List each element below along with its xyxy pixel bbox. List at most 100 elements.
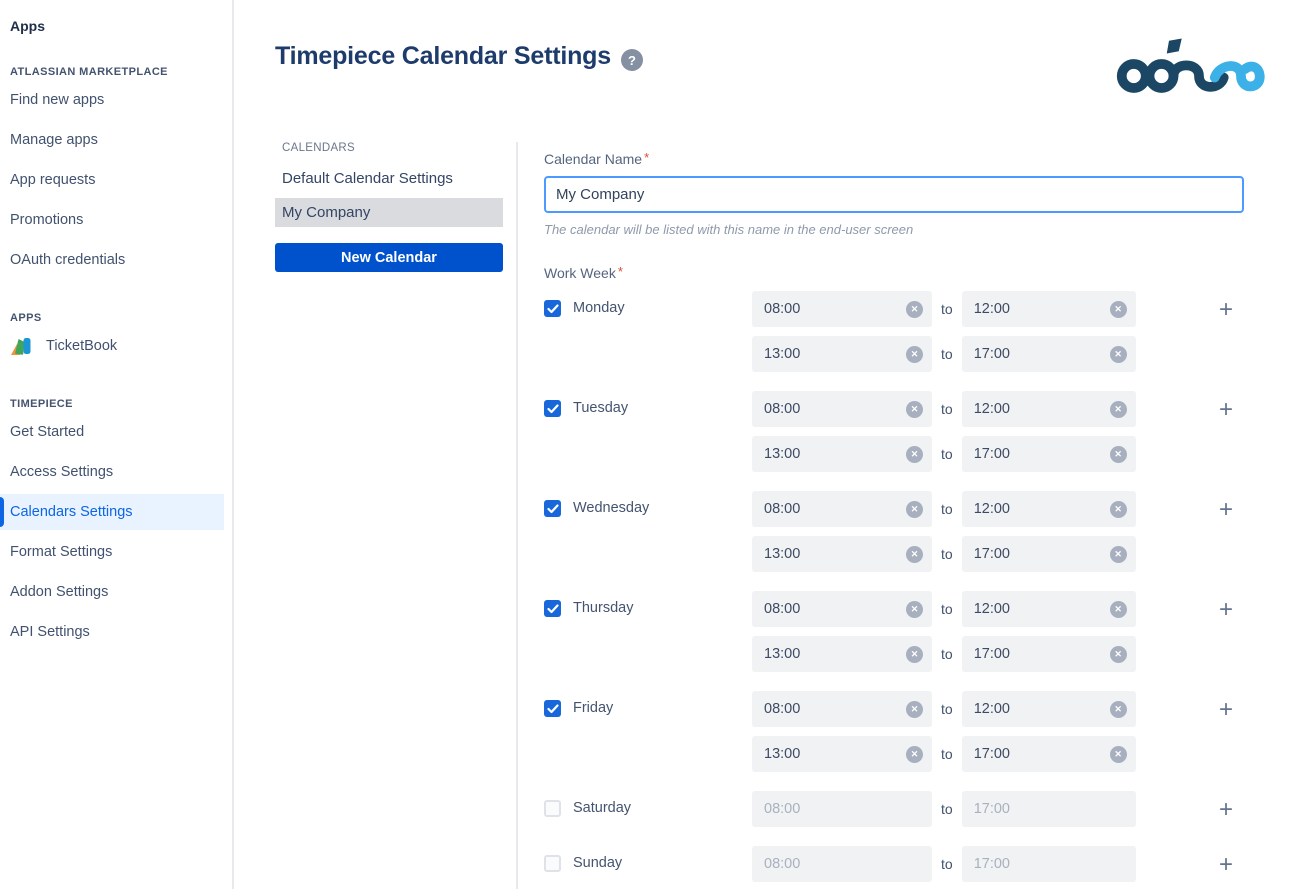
clear-time-icon[interactable]: ✕ xyxy=(1110,746,1127,763)
clear-time-icon[interactable]: ✕ xyxy=(1110,446,1127,463)
sidebar-item-access-settings[interactable]: Access Settings xyxy=(0,452,224,492)
end-time-value: 12:00 xyxy=(974,501,1010,517)
end-time-value: 12:00 xyxy=(974,701,1010,717)
to-label: to xyxy=(941,646,953,662)
day-checkbox[interactable] xyxy=(544,400,561,417)
required-asterisk: * xyxy=(618,264,623,279)
start-time-input[interactable]: 08:00 ✕ xyxy=(752,491,932,527)
end-time-input[interactable]: 17:00 ✕ xyxy=(962,436,1136,472)
clear-time-icon[interactable]: ✕ xyxy=(1110,646,1127,663)
time-range-row: 08:00 ✕ to 12:00 ✕ xyxy=(752,691,1136,727)
main-content: Timepiece Calendar Settings ? CALENDARS … xyxy=(234,0,1289,889)
clear-time-icon[interactable]: ✕ xyxy=(906,601,923,618)
day-checkbox[interactable] xyxy=(544,855,561,872)
check-icon xyxy=(547,604,559,614)
clear-time-icon[interactable]: ✕ xyxy=(906,646,923,663)
clear-time-icon[interactable]: ✕ xyxy=(906,701,923,718)
add-time-range-button[interactable]: + xyxy=(1214,491,1238,572)
start-time-input[interactable]: 13:00 ✕ xyxy=(752,336,932,372)
clear-time-icon[interactable]: ✕ xyxy=(906,301,923,318)
day-checkbox[interactable] xyxy=(544,800,561,817)
calendar-item-default-calendar-settings[interactable]: Default Calendar Settings xyxy=(275,164,503,193)
end-time-input[interactable]: 17:00 ✕ xyxy=(962,791,1136,827)
sidebar-item-addon-settings[interactable]: Addon Settings xyxy=(0,572,224,612)
add-time-range-button[interactable]: + xyxy=(1214,291,1238,372)
calendar-name-helper: The calendar will be listed with this na… xyxy=(544,222,1244,237)
add-time-range-button[interactable]: + xyxy=(1214,791,1238,827)
clear-time-icon[interactable]: ✕ xyxy=(1110,501,1127,518)
add-time-range-button[interactable]: + xyxy=(1214,846,1238,882)
settings-content: CALENDARS Default Calendar SettingsMy Co… xyxy=(275,142,1289,889)
start-time-input[interactable]: 08:00 ✕ xyxy=(752,591,932,627)
sidebar-item-app-requests[interactable]: App requests xyxy=(0,160,224,200)
start-time-input[interactable]: 08:00 ✕ xyxy=(752,791,932,827)
day-checkbox[interactable] xyxy=(544,300,561,317)
clear-time-icon[interactable]: ✕ xyxy=(1110,301,1127,318)
work-week-row-friday: Friday 08:00 ✕ to 12:00 ✕ 13:00 ✕ to 17:… xyxy=(544,691,1244,772)
sidebar-item-manage-apps[interactable]: Manage apps xyxy=(0,120,224,160)
add-time-range-button[interactable]: + xyxy=(1214,591,1238,672)
sidebar-item-api-settings[interactable]: API Settings xyxy=(0,612,224,652)
end-time-value: 12:00 xyxy=(974,301,1010,317)
start-time-input[interactable]: 13:00 ✕ xyxy=(752,536,932,572)
work-week-label: Work Week* xyxy=(544,265,1244,281)
end-time-input[interactable]: 12:00 ✕ xyxy=(962,591,1136,627)
clear-time-icon[interactable]: ✕ xyxy=(906,746,923,763)
day-checkbox[interactable] xyxy=(544,600,561,617)
start-time-value: 13:00 xyxy=(764,346,800,362)
clear-time-icon[interactable]: ✕ xyxy=(1110,701,1127,718)
clear-time-icon[interactable]: ✕ xyxy=(906,346,923,363)
end-time-input[interactable]: 12:00 ✕ xyxy=(962,491,1136,527)
end-time-input[interactable]: 12:00 ✕ xyxy=(962,291,1136,327)
day-label: Friday xyxy=(573,700,613,716)
sidebar-item-oauth-credentials[interactable]: OAuth credentials xyxy=(0,240,224,280)
start-time-value: 08:00 xyxy=(764,801,800,817)
sidebar: Apps ATLASSIAN MARKETPLACE Find new apps… xyxy=(0,0,234,889)
day-checkbox[interactable] xyxy=(544,700,561,717)
end-time-value: 17:00 xyxy=(974,446,1010,462)
start-time-input[interactable]: 08:00 ✕ xyxy=(752,391,932,427)
sidebar-item-format-settings[interactable]: Format Settings xyxy=(0,532,224,572)
to-label: to xyxy=(941,446,953,462)
sidebar-item-ticketbook[interactable]: TicketBook xyxy=(0,326,224,366)
end-time-input[interactable]: 17:00 ✕ xyxy=(962,736,1136,772)
end-time-input[interactable]: 17:00 ✕ xyxy=(962,846,1136,882)
end-time-input[interactable]: 17:00 ✕ xyxy=(962,336,1136,372)
start-time-input[interactable]: 08:00 ✕ xyxy=(752,691,932,727)
clear-time-icon[interactable]: ✕ xyxy=(906,401,923,418)
end-time-input[interactable]: 12:00 ✕ xyxy=(962,391,1136,427)
clear-time-icon[interactable]: ✕ xyxy=(1110,401,1127,418)
start-time-input[interactable]: 13:00 ✕ xyxy=(752,636,932,672)
add-time-range-button[interactable]: + xyxy=(1214,691,1238,772)
calendar-item-my-company[interactable]: My Company xyxy=(275,198,503,227)
new-calendar-button[interactable]: New Calendar xyxy=(275,243,503,272)
work-week-row-wednesday: Wednesday 08:00 ✕ to 12:00 ✕ 13:00 ✕ to … xyxy=(544,491,1244,572)
sidebar-item-find-new-apps[interactable]: Find new apps xyxy=(0,80,224,120)
sidebar-item-calendars-settings[interactable]: Calendars Settings xyxy=(0,494,224,530)
clear-time-icon[interactable]: ✕ xyxy=(1110,601,1127,618)
sidebar-item-promotions[interactable]: Promotions xyxy=(0,200,224,240)
clear-time-icon[interactable]: ✕ xyxy=(1110,546,1127,563)
time-range-row: 08:00 ✕ to 12:00 ✕ xyxy=(752,491,1136,527)
add-time-range-button[interactable]: + xyxy=(1214,391,1238,472)
clear-time-icon[interactable]: ✕ xyxy=(906,446,923,463)
start-time-input[interactable]: 13:00 ✕ xyxy=(752,736,932,772)
clear-time-icon[interactable]: ✕ xyxy=(906,546,923,563)
day-checkbox[interactable] xyxy=(544,500,561,517)
end-time-input[interactable]: 12:00 ✕ xyxy=(962,691,1136,727)
sidebar-item-get-started[interactable]: Get Started xyxy=(0,412,224,452)
time-range-row: 13:00 ✕ to 17:00 ✕ xyxy=(752,536,1136,572)
start-time-input[interactable]: 08:00 ✕ xyxy=(752,846,932,882)
end-time-input[interactable]: 17:00 ✕ xyxy=(962,536,1136,572)
sidebar-item-label: OAuth credentials xyxy=(10,252,125,268)
start-time-input[interactable]: 13:00 ✕ xyxy=(752,436,932,472)
start-time-value: 13:00 xyxy=(764,646,800,662)
clear-time-icon[interactable]: ✕ xyxy=(906,501,923,518)
calendar-name-input[interactable] xyxy=(544,176,1244,213)
day-toggle: Sunday xyxy=(544,846,752,882)
work-week-row-monday: Monday 08:00 ✕ to 12:00 ✕ 13:00 ✕ to 17:… xyxy=(544,291,1244,372)
clear-time-icon[interactable]: ✕ xyxy=(1110,346,1127,363)
help-icon[interactable]: ? xyxy=(621,49,643,71)
start-time-input[interactable]: 08:00 ✕ xyxy=(752,291,932,327)
end-time-input[interactable]: 17:00 ✕ xyxy=(962,636,1136,672)
